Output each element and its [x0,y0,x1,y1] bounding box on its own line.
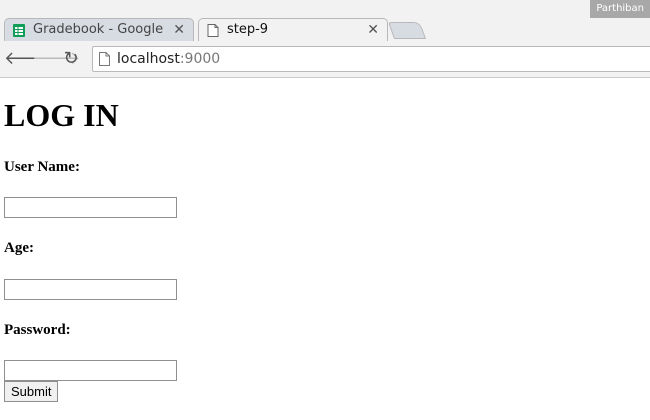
browser-toolbar: 🡐 🡒 ↻ localhost:9000 [0,41,650,77]
age-input[interactable] [4,279,177,300]
forward-icon[interactable]: 🡒 [32,49,80,69]
new-tab-button[interactable] [387,22,427,39]
back-icon[interactable]: 🡐 [4,49,52,69]
age-label: Age: [4,240,34,256]
close-icon[interactable]: ✕ [367,19,379,41]
tab-step-9[interactable]: step-9 ✕ [198,18,388,41]
password-label: Password: [4,322,71,338]
page-content: LOG IN User Name: Age: Password: Submit [0,79,650,420]
submit-button[interactable]: Submit [4,381,59,402]
username-input[interactable] [4,197,177,218]
url-port: :9000 [179,51,221,67]
username-label: User Name: [4,159,80,175]
page-title: LOG IN [4,97,119,133]
address-bar[interactable]: localhost:9000 [92,46,650,72]
page-icon [207,24,219,37]
browser-chrome: Parthiban Gradebook - Google ✕ step-9 ✕ … [0,0,650,78]
password-input[interactable] [4,360,177,381]
tab-title: Gradebook - Google [33,22,164,37]
tab-strip: Gradebook - Google ✕ step-9 ✕ [0,18,650,41]
page-icon [99,52,110,66]
url-text: localhost:9000 [117,47,220,71]
close-icon[interactable]: ✕ [173,19,185,41]
reload-icon[interactable]: ↻ [61,49,81,69]
sheets-icon [13,24,25,37]
tab-title: step-9 [227,22,269,37]
profile-badge[interactable]: Parthiban [590,0,650,18]
url-host: localhost [117,51,180,67]
tab-gradebook[interactable]: Gradebook - Google ✕ [4,18,194,41]
